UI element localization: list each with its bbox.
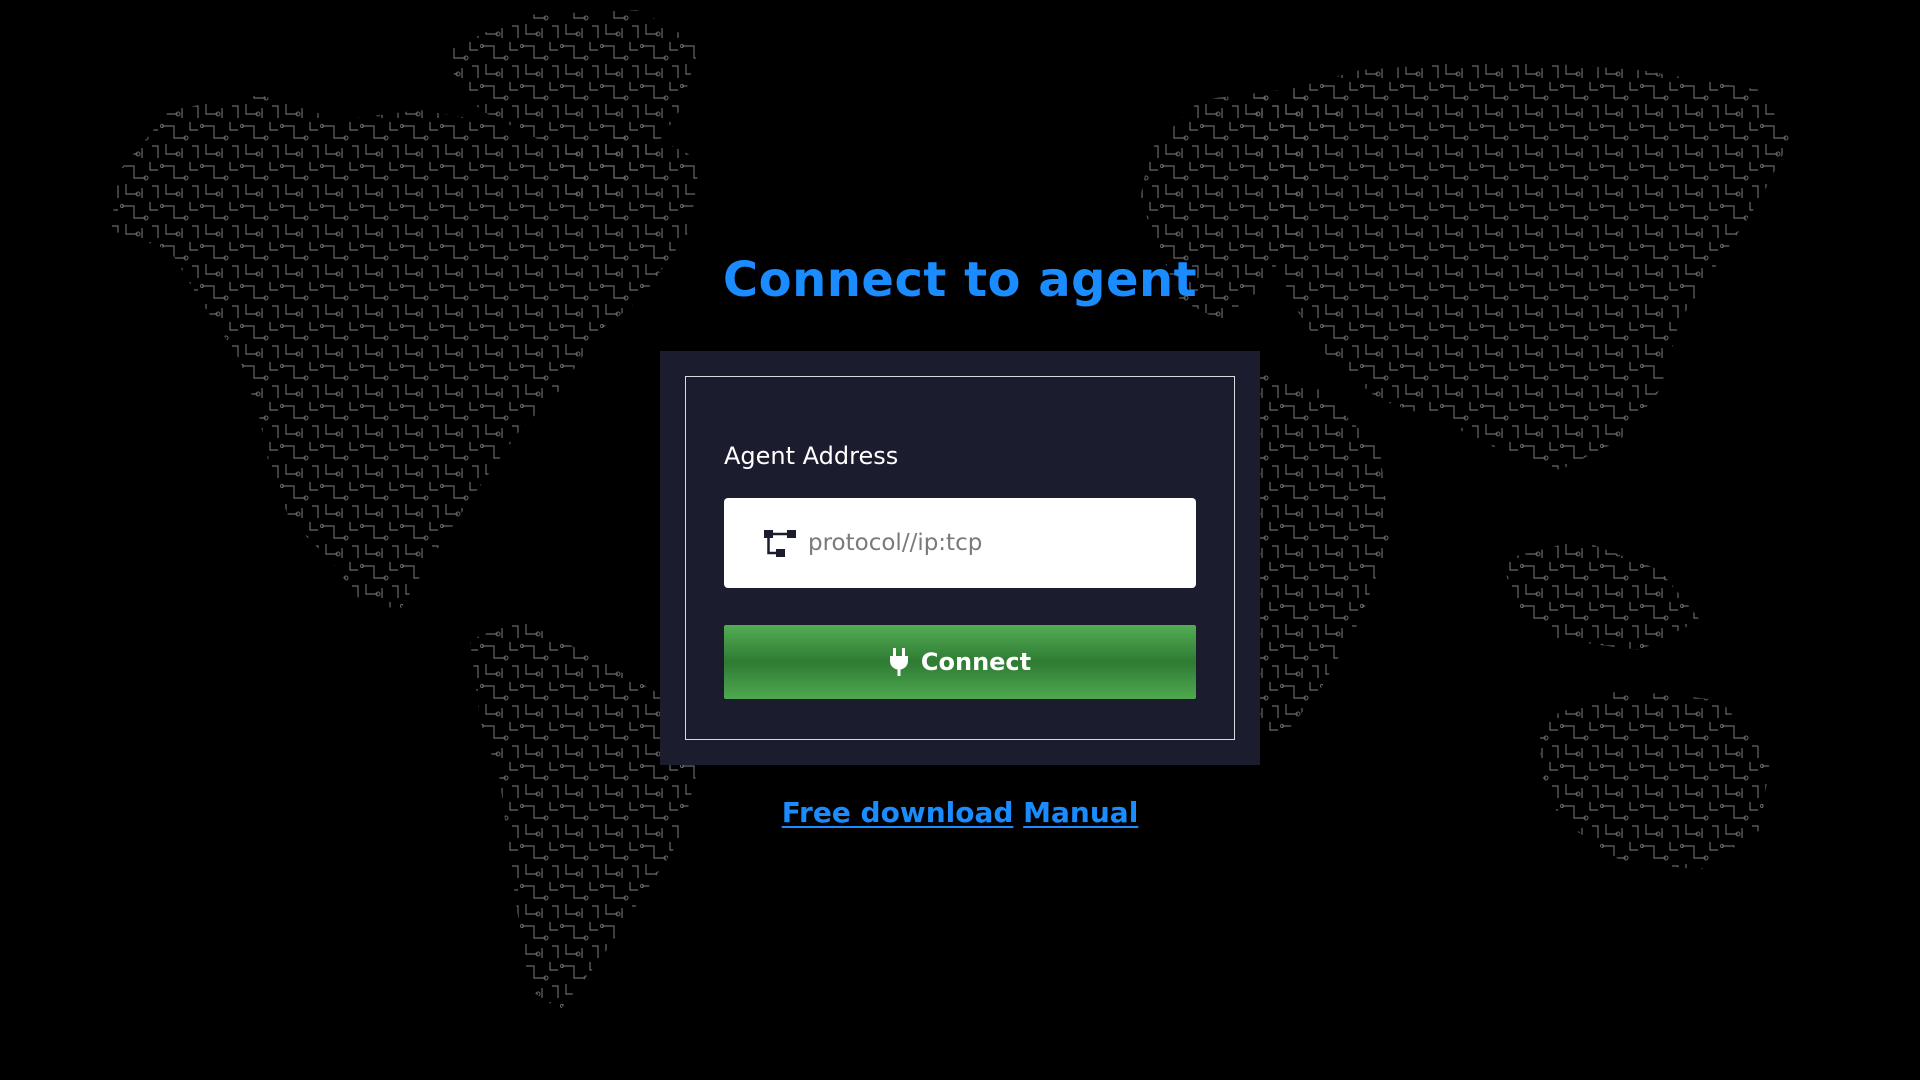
connect-page: Connect to agent Agent Address C bbox=[0, 0, 1920, 1080]
connect-panel: Agent Address Connect bbox=[660, 351, 1260, 765]
connect-form: Agent Address Connect bbox=[685, 376, 1235, 740]
connect-button[interactable]: Connect bbox=[724, 625, 1196, 699]
footer-links: Free download Manual bbox=[0, 796, 1920, 829]
plug-icon bbox=[889, 648, 908, 676]
connect-button-label: Connect bbox=[920, 648, 1032, 676]
agent-address-label: Agent Address bbox=[724, 442, 899, 470]
agent-address-input[interactable] bbox=[808, 498, 1178, 588]
free-download-link[interactable]: Free download bbox=[782, 796, 1014, 829]
agent-address-field[interactable] bbox=[724, 498, 1196, 588]
page-title: Connect to agent bbox=[722, 252, 1198, 308]
network-nodes-icon bbox=[764, 530, 796, 557]
manual-link[interactable]: Manual bbox=[1023, 796, 1138, 829]
